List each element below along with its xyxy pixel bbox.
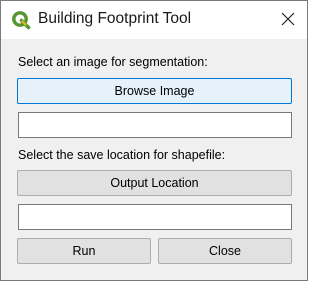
output-path-input[interactable] (18, 204, 292, 230)
image-path-input[interactable] (18, 112, 292, 138)
close-button[interactable]: Close (158, 238, 292, 264)
dialog-window: Building Footprint Tool Select an image … (0, 0, 308, 281)
output-location-button[interactable]: Output Location (17, 170, 292, 196)
run-button[interactable]: Run (17, 238, 151, 264)
browse-image-button[interactable]: Browse Image (17, 78, 292, 104)
image-section-label: Select an image for segmentation: (18, 55, 208, 69)
title-bar[interactable]: Building Footprint Tool (1, 1, 307, 39)
window-title: Building Footprint Tool (38, 10, 192, 27)
qgis-logo-icon (12, 11, 31, 30)
save-section-label: Select the save location for shapefile: (18, 148, 226, 162)
close-icon[interactable] (281, 12, 295, 26)
